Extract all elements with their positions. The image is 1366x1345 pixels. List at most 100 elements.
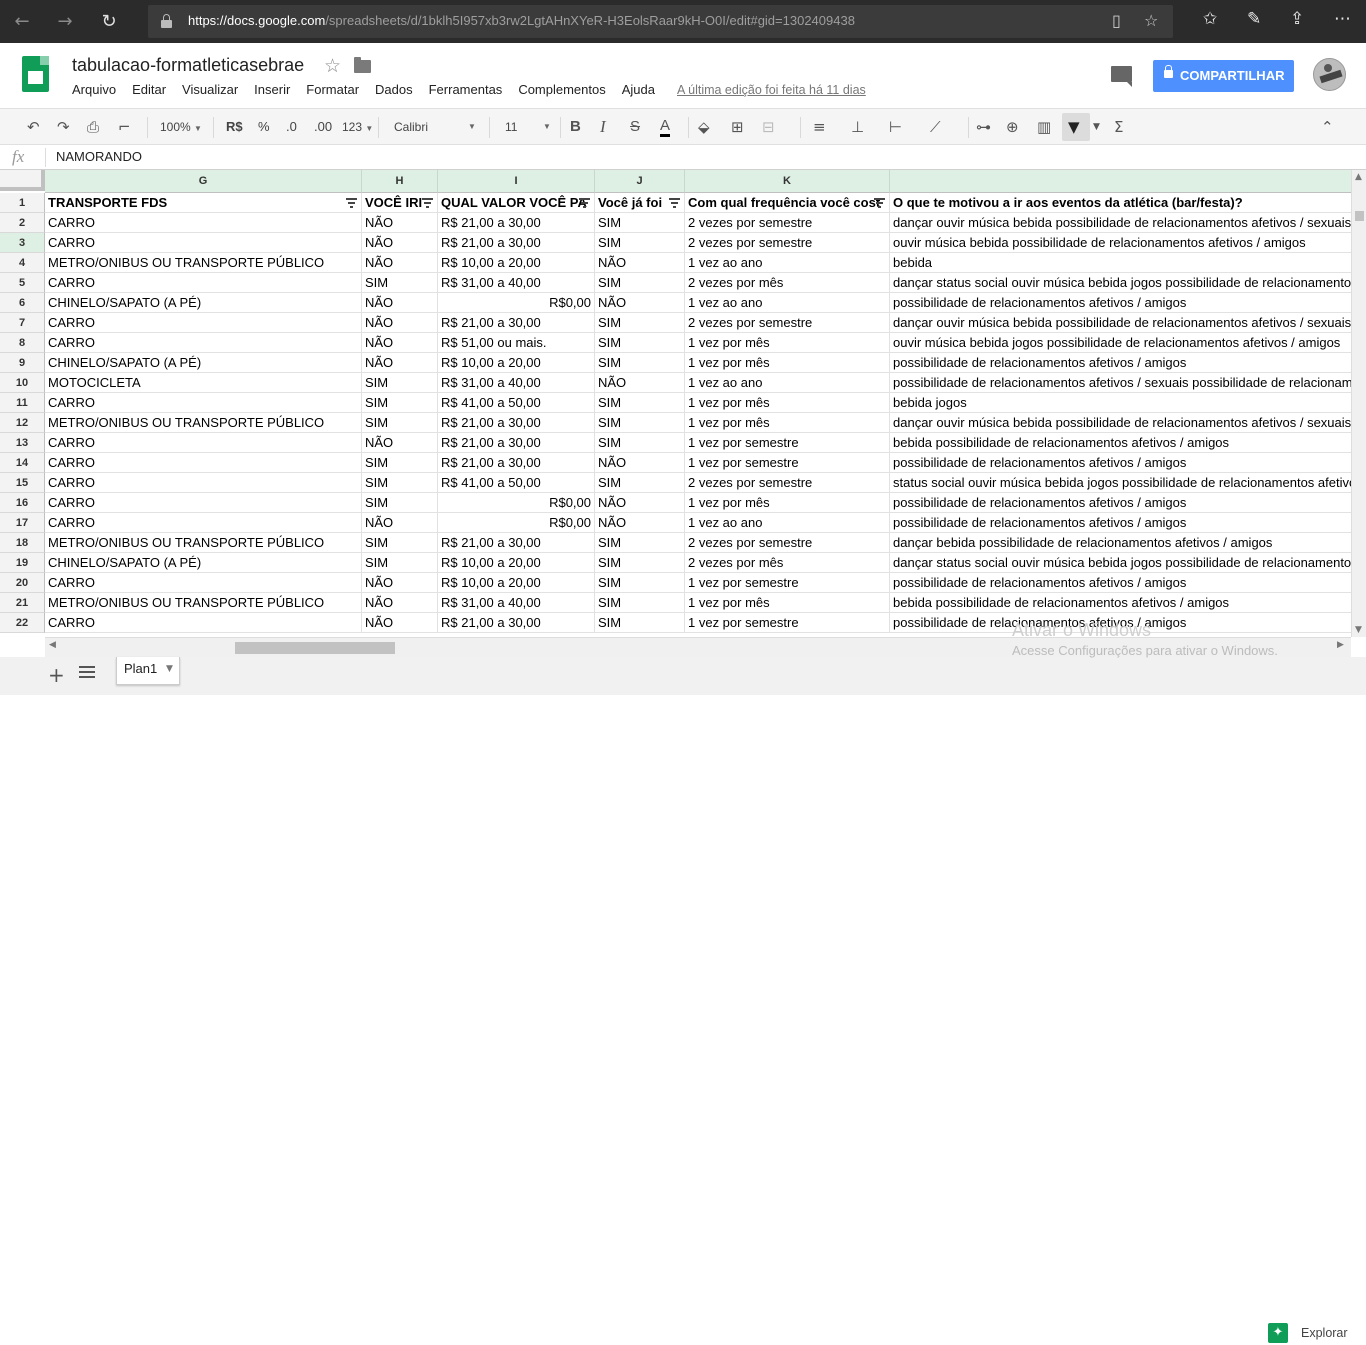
table-cell[interactable]: dançar status social ouvir música bebida…	[890, 273, 1351, 293]
row-header[interactable]: 21	[0, 593, 45, 613]
table-cell[interactable]: dançar status social ouvir música bebida…	[890, 553, 1351, 573]
table-cell[interactable]: SIM	[595, 573, 685, 593]
folder-icon[interactable]	[354, 57, 371, 73]
table-cell[interactable]: possibilidade de relacionamentos afetivo…	[890, 513, 1351, 533]
table-cell[interactable]: CARRO	[45, 493, 362, 513]
table-cell[interactable]: 2 vezes por semestre	[685, 313, 890, 333]
table-cell[interactable]: R$ 10,00 a 20,00	[438, 253, 595, 273]
table-cell[interactable]: R$ 10,00 a 20,00	[438, 553, 595, 573]
increase-decimal-button[interactable]: .00	[314, 119, 332, 135]
sheet-tab[interactable]: Plan1 ▼	[116, 657, 180, 685]
table-cell[interactable]: SIM	[362, 393, 438, 413]
table-cell[interactable]: dançar ouvir música bebida possibilidade…	[890, 413, 1351, 433]
table-cell[interactable]: CHINELO/SAPATO (A PÉ)	[45, 553, 362, 573]
align-left-icon[interactable]: ≡	[813, 117, 826, 137]
table-cell[interactable]: R$0,00	[438, 493, 595, 513]
table-cell[interactable]: NÃO	[595, 453, 685, 473]
table-cell[interactable]: SIM	[595, 533, 685, 553]
table-cell[interactable]: R$ 31,00 a 40,00	[438, 593, 595, 613]
last-edit-link[interactable]: A última edição foi feita há 11 dias	[677, 83, 866, 97]
table-cell[interactable]: CARRO	[45, 573, 362, 593]
formula-input[interactable]: NAMORANDO	[56, 149, 142, 164]
table-cell[interactable]: R$ 21,00 a 30,00	[438, 213, 595, 233]
select-all-corner[interactable]	[0, 170, 45, 191]
table-cell[interactable]: NÃO	[362, 353, 438, 373]
header-cell[interactable]: Você já foi	[595, 193, 685, 213]
row-header[interactable]: 2	[0, 213, 45, 233]
menu-editar[interactable]: Editar	[132, 82, 166, 97]
table-cell[interactable]: CARRO	[45, 453, 362, 473]
table-cell[interactable]: 1 vez ao ano	[685, 293, 890, 313]
share-button[interactable]: COMPARTILHAR	[1153, 60, 1294, 92]
sheets-logo-icon[interactable]	[22, 56, 49, 92]
table-cell[interactable]: ouvir música bebida possibilidade de rel…	[890, 233, 1351, 253]
table-cell[interactable]: R$ 10,00 a 20,00	[438, 353, 595, 373]
row-header[interactable]: 4	[0, 253, 45, 273]
row-header[interactable]: 22	[0, 613, 45, 633]
avatar[interactable]	[1313, 58, 1346, 91]
column-filter-icon[interactable]	[874, 198, 885, 208]
table-cell[interactable]: 1 vez ao ano	[685, 513, 890, 533]
table-cell[interactable]: R$ 31,00 a 40,00	[438, 373, 595, 393]
table-cell[interactable]: CARRO	[45, 233, 362, 253]
table-cell[interactable]: NÃO	[362, 513, 438, 533]
table-cell[interactable]: SIM	[362, 533, 438, 553]
row-header[interactable]: 18	[0, 533, 45, 553]
table-cell[interactable]: bebida possibilidade de relacionamentos …	[890, 433, 1351, 453]
table-cell[interactable]: R$ 51,00 ou mais.	[438, 333, 595, 353]
star-icon[interactable]: ☆	[324, 55, 341, 77]
table-cell[interactable]: possibilidade de relacionamentos afetivo…	[890, 293, 1351, 313]
table-cell[interactable]: NÃO	[362, 573, 438, 593]
menu-ajuda[interactable]: Ajuda	[622, 82, 655, 97]
table-cell[interactable]: CHINELO/SAPATO (A PÉ)	[45, 353, 362, 373]
row-header[interactable]: 19	[0, 553, 45, 573]
row-header[interactable]: 11	[0, 393, 45, 413]
table-cell[interactable]: possibilidade de relacionamentos afetivo…	[890, 573, 1351, 593]
table-cell[interactable]: R$ 21,00 a 30,00	[438, 313, 595, 333]
table-cell[interactable]: R$ 41,00 a 50,00	[438, 473, 595, 493]
table-cell[interactable]: status social ouvir música bebida jogos …	[890, 473, 1351, 493]
table-cell[interactable]: SIM	[595, 413, 685, 433]
table-cell[interactable]: R$ 10,00 a 20,00	[438, 573, 595, 593]
table-cell[interactable]: SIM	[595, 213, 685, 233]
table-cell[interactable]: 2 vezes por mês	[685, 273, 890, 293]
table-cell[interactable]: 1 vez por mês	[685, 413, 890, 433]
menu-ferramentas[interactable]: Ferramentas	[429, 82, 503, 97]
column-header[interactable]: J	[595, 170, 685, 193]
insert-comment-icon[interactable]: ⊕	[1006, 117, 1019, 137]
table-cell[interactable]: MOTOCICLETA	[45, 373, 362, 393]
table-cell[interactable]: R$ 21,00 a 30,00	[438, 233, 595, 253]
table-cell[interactable]: CARRO	[45, 473, 362, 493]
table-cell[interactable]: NÃO	[362, 433, 438, 453]
row-header[interactable]: 6	[0, 293, 45, 313]
table-cell[interactable]: bebida	[890, 253, 1351, 273]
text-color-icon[interactable]: A	[660, 117, 671, 137]
table-cell[interactable]: 1 vez por mês	[685, 333, 890, 353]
table-cell[interactable]: 2 vezes por semestre	[685, 473, 890, 493]
table-cell[interactable]: 1 vez por semestre	[685, 613, 890, 633]
text-rotation-icon[interactable]: ⟋	[930, 117, 941, 137]
comments-icon[interactable]	[1111, 66, 1132, 87]
row-header[interactable]: 7	[0, 313, 45, 333]
menu-inserir[interactable]: Inserir	[254, 82, 290, 97]
table-cell[interactable]: NÃO	[362, 333, 438, 353]
table-cell[interactable]: 1 vez por semestre	[685, 573, 890, 593]
table-cell[interactable]: R$0,00	[438, 293, 595, 313]
table-cell[interactable]: possibilidade de relacionamentos afetivo…	[890, 373, 1351, 393]
table-cell[interactable]: 1 vez por semestre	[685, 453, 890, 473]
insert-link-icon[interactable]: ⊶	[976, 117, 991, 137]
table-cell[interactable]: 1 vez por mês	[685, 493, 890, 513]
table-cell[interactable]: SIM	[595, 313, 685, 333]
table-cell[interactable]: R$ 21,00 a 30,00	[438, 433, 595, 453]
menu-arquivo[interactable]: Arquivo	[72, 82, 116, 97]
column-header[interactable]: H	[362, 170, 438, 193]
table-cell[interactable]: METRO/ONIBUS OU TRANSPORTE PÚBLICO	[45, 593, 362, 613]
table-cell[interactable]: CARRO	[45, 273, 362, 293]
table-cell[interactable]: NÃO	[595, 293, 685, 313]
add-sheet-icon[interactable]: +	[48, 663, 65, 687]
table-cell[interactable]: SIM	[595, 553, 685, 573]
table-cell[interactable]: R$ 21,00 a 30,00	[438, 413, 595, 433]
undo-icon[interactable]: ↶	[27, 117, 40, 137]
table-cell[interactable]: NÃO	[362, 313, 438, 333]
table-cell[interactable]: SIM	[362, 373, 438, 393]
